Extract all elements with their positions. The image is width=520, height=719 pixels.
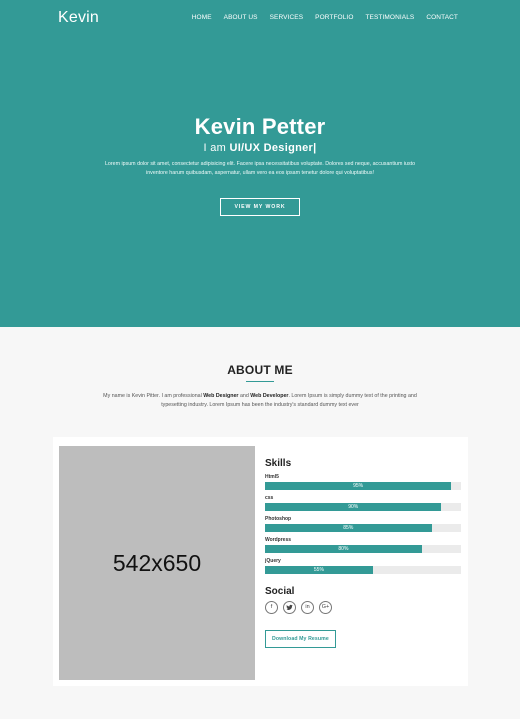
skill-bar-jquery: 55% xyxy=(265,566,373,574)
hero-title: Kevin Petter xyxy=(194,114,326,139)
about-text-bold1: Web Designer xyxy=(203,393,239,399)
hero-section: Kevin HOME ABOUT US SERVICES PORTFOLIO T… xyxy=(0,0,520,327)
skill-name-jquery: jQuery xyxy=(265,558,281,564)
view-my-work-button[interactable]: VIEW MY WORK xyxy=(220,198,300,216)
nav-item-about-us[interactable]: ABOUT US xyxy=(224,14,258,21)
skill-bar-wordpress: 80% xyxy=(265,545,422,553)
download-resume-button[interactable]: Download My Resume xyxy=(265,630,336,648)
linkedin-icon[interactable]: in xyxy=(301,601,314,614)
skill-track-html5: 95% xyxy=(265,482,461,490)
social-icons: f in G+ xyxy=(265,601,461,614)
about-text-part2: and xyxy=(238,393,251,399)
profile-image-placeholder: 542x650 xyxy=(59,446,255,680)
skill-bar-photoshop: 85% xyxy=(265,524,432,532)
skills-block: Skills Html5 95% css 90% Photoshop 85% W… xyxy=(265,458,461,648)
about-title: ABOUT ME xyxy=(227,363,293,377)
skill-track-photoshop: 85% xyxy=(265,524,461,532)
nav-item-home[interactable]: HOME xyxy=(192,14,212,21)
about-text-bold2: Web Developer xyxy=(250,393,289,399)
brand-logo[interactable]: Kevin xyxy=(58,9,99,27)
nav-item-contact[interactable]: CONTACT xyxy=(426,14,458,21)
twitter-bird-glyph xyxy=(286,604,293,611)
skill-track-wordpress: 80% xyxy=(265,545,461,553)
about-text-part1: My name is Kevin Pitter. I am profession… xyxy=(103,393,204,399)
social-title: Social xyxy=(265,586,295,597)
hero-subtitle-role: UI/UX Designer| xyxy=(229,142,317,154)
placeholder-label: 542x650 xyxy=(112,549,202,576)
skill-bar-html5: 95% xyxy=(265,482,452,490)
title-underline xyxy=(246,381,274,382)
skill-bar-css: 90% xyxy=(265,503,442,511)
hero-subtitle-prefix: I am xyxy=(203,142,230,154)
skill-track-jquery: 55% xyxy=(265,566,461,574)
about-description: My name is Kevin Pitter. I am profession… xyxy=(90,392,430,410)
nav-item-portfolio[interactable]: PORTFOLIO xyxy=(315,14,353,21)
hero-subtitle: I am UI/UX Designer| xyxy=(0,141,520,155)
skills-title: Skills xyxy=(265,458,292,469)
skill-name-html5: Html5 xyxy=(265,474,279,480)
about-section: ABOUT ME My name is Kevin Pitter. I am p… xyxy=(0,327,520,719)
about-card: 542x650 Skills Html5 95% css 90% Photosh… xyxy=(53,437,468,686)
skill-name-css: css xyxy=(265,495,274,501)
hero-content: Kevin Petter I am UI/UX Designer| Lorem … xyxy=(0,114,520,216)
skill-track-css: 90% xyxy=(265,503,461,511)
nav-menu: HOME ABOUT US SERVICES PORTFOLIO TESTIMO… xyxy=(192,14,458,21)
nav-item-testimonials[interactable]: TESTIMONIALS xyxy=(365,14,414,21)
skill-name-photoshop: Photoshop xyxy=(265,516,292,522)
twitter-icon[interactable] xyxy=(283,601,296,614)
top-navbar: Kevin HOME ABOUT US SERVICES PORTFOLIO T… xyxy=(0,0,520,36)
google-plus-icon[interactable]: G+ xyxy=(319,601,332,614)
skill-name-wordpress: Wordpress xyxy=(265,537,292,543)
hero-description: Lorem ipsum dolor sit amet, consectetur … xyxy=(104,161,416,176)
facebook-icon[interactable]: f xyxy=(265,601,278,614)
nav-item-services[interactable]: SERVICES xyxy=(270,14,304,21)
